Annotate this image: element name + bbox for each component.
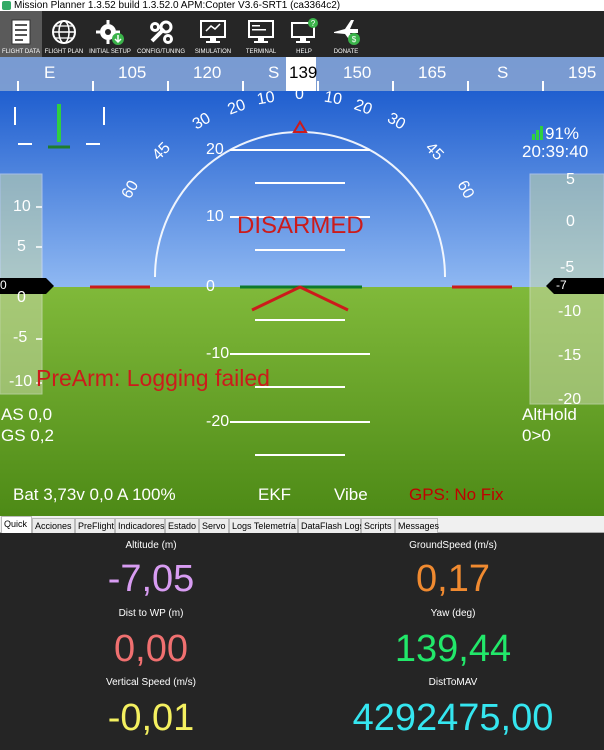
help-icon: ? [291, 18, 318, 43]
heading-readout: 139 [289, 63, 318, 82]
speed-tape-label: -10 [9, 373, 33, 390]
tab-dataflash-logs[interactable]: DataFlash Logs [298, 518, 364, 533]
vibe-status[interactable]: Vibe [334, 485, 368, 505]
speed-readout: 0 [0, 278, 7, 292]
battery-readout[interactable]: Bat 3,73v 0,0 A 100% [13, 485, 176, 505]
speed-tape-label: 0 [17, 289, 26, 306]
speed-tape-label: 10 [13, 198, 31, 215]
menu-flight-data[interactable]: FLIGHT DATA [0, 11, 42, 57]
tab-estado[interactable]: Estado [165, 518, 199, 533]
tab-servo[interactable]: Servo [199, 518, 229, 533]
quick-value-dist-to-wp[interactable]: 0,00 [0, 629, 302, 669]
heading-label: 150 [343, 63, 372, 82]
ekf-status[interactable]: EKF [258, 485, 291, 505]
menu-help[interactable]: ? HELP [284, 11, 324, 57]
gear-download-icon [96, 20, 124, 45]
quick-label-yaw: Yaw (deg) [430, 608, 476, 619]
heading-label: 165 [418, 63, 447, 82]
quick-label-altitude: Altitude (m) [125, 540, 177, 551]
heading-label: 120 [193, 63, 222, 82]
quick-label-dist-to-wp: Dist to WP (m) [118, 608, 184, 619]
speed-readout-box [0, 278, 54, 294]
airspeed-readout: AS 0,0 [1, 405, 53, 424]
gps-status[interactable]: GPS: No Fix [409, 485, 503, 505]
speed-tape-label: -5 [13, 329, 28, 346]
quick-value-vertical-speed[interactable]: -0,01 [0, 698, 302, 738]
menu-simulation[interactable]: SIMULATION [188, 11, 238, 57]
svg-text:$: $ [352, 35, 357, 44]
armed-status: DISARMED [237, 212, 364, 239]
data-tabs: Quick Acciones PreFlight Indicadores Est… [0, 516, 604, 533]
vertical-speed-bar [57, 104, 61, 142]
menu-initial-setup[interactable]: INITIAL SETUP [86, 11, 134, 57]
tab-preflight[interactable]: PreFlight [75, 518, 115, 533]
altitude-tape-label: -5 [560, 259, 575, 276]
tab-indicadores[interactable]: Indicadores [115, 518, 165, 533]
menu-terminal[interactable]: TERMINAL [238, 11, 284, 57]
pitch-label: 10 [206, 208, 224, 225]
tab-quick[interactable]: Quick [1, 516, 32, 533]
quick-label-groundspeed: GroundSpeed (m/s) [409, 540, 497, 551]
menu-config-tuning[interactable]: CONFIG/TUNING [134, 11, 188, 57]
roll-label: 10 [255, 88, 277, 109]
pitch-label: -10 [206, 345, 230, 362]
hud-horizon [0, 57, 604, 516]
quick-value-altitude[interactable]: -7,05 [0, 559, 302, 599]
ground [0, 287, 604, 516]
menu-donate[interactable]: $ DONATE [324, 11, 368, 57]
pitch-label: 0 [206, 278, 215, 295]
quick-label-vertical-speed: Vertical Speed (m/s) [105, 677, 197, 688]
tab-acciones[interactable]: Acciones [32, 518, 75, 533]
hud[interactable]: E 105 120 S 139 150 165 S 195 60 45 30 2… [0, 57, 604, 516]
link-quality: 91% [545, 124, 580, 143]
altitude-tape-label: 0 [566, 213, 575, 230]
groundspeed-readout: GS 0,2 [1, 426, 54, 445]
pitch-label: 20 [206, 141, 224, 158]
window-title: Mission Planner 1.3.52 build 1.3.52.0 AP… [14, 0, 341, 11]
speed-tape-label: 5 [17, 238, 26, 255]
heading-label: 195 [568, 63, 597, 82]
monitor-icon [200, 20, 226, 43]
roll-label: 10 [322, 88, 344, 109]
prearm-message: PreArm: Logging failed [36, 365, 270, 391]
heading-label: S [497, 63, 509, 82]
svg-text:?: ? [311, 19, 316, 28]
quick-value-yaw[interactable]: 139,44 [302, 629, 604, 669]
flight-data-icon [11, 19, 31, 45]
altitude-readout-box [546, 278, 604, 294]
altitude-readout: -7 [556, 278, 567, 292]
heading-label: E [44, 63, 56, 82]
tab-scripts[interactable]: Scripts [361, 518, 395, 533]
altitude-tape-label: 5 [566, 171, 575, 188]
pitch-label: -20 [206, 413, 230, 430]
tab-messages[interactable]: Messages [395, 518, 439, 533]
altitude-tape-label: -15 [558, 347, 582, 364]
terminal-icon [248, 20, 274, 43]
quick-value-dist-to-mav[interactable]: 4292475,00 [302, 698, 604, 738]
waypoint-readout: 0>0 [522, 426, 551, 445]
heading-label: 105 [118, 63, 147, 82]
wrench-gear-icon [150, 20, 173, 44]
app-icon [2, 1, 11, 10]
menu-flight-plan[interactable]: FLIGHT PLAN [42, 11, 86, 57]
flight-mode: AltHold [522, 405, 577, 424]
roll-label: 0 [295, 86, 304, 103]
globe-icon [52, 20, 76, 44]
quick-label-dist-to-mav: DistToMAV [428, 677, 478, 688]
window-title-bar: Mission Planner 1.3.52 build 1.3.52.0 AP… [0, 0, 604, 11]
quick-panel: Altitude (m) -7,05 GroundSpeed (m/s) 0,1… [0, 533, 604, 750]
main-menu: FLIGHT DATA FLIGHT PLAN INITIAL SETUP CO… [0, 11, 604, 57]
tab-logs-telemetria[interactable]: Logs Telemetría [229, 518, 298, 533]
quick-value-groundspeed[interactable]: 0,17 [302, 559, 604, 599]
plane-dollar-icon: $ [334, 20, 360, 45]
heading-label: S [268, 63, 280, 82]
altitude-tape-label: -10 [558, 303, 582, 320]
hud-clock: 20:39:40 [522, 142, 589, 161]
